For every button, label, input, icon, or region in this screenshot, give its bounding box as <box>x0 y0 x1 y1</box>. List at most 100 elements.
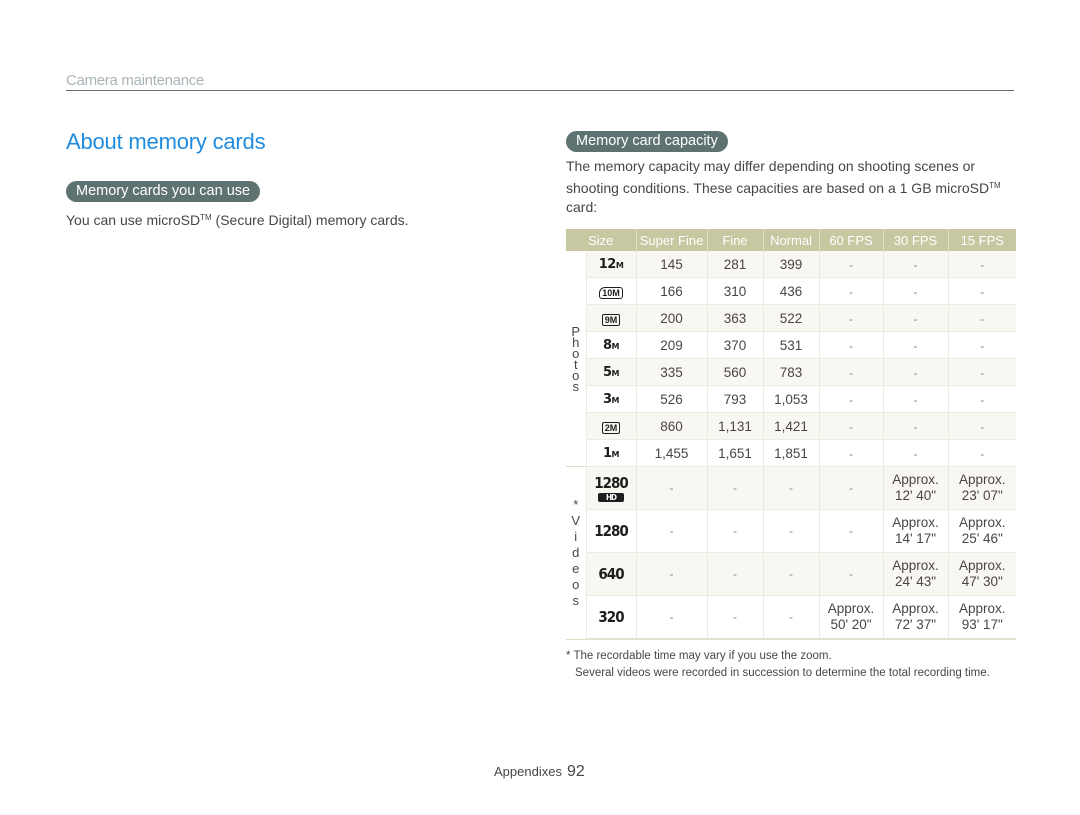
value-cell: - <box>883 439 949 467</box>
page-footer: Appendixes 92 <box>494 763 585 781</box>
video-size-640-icon: 640 <box>598 564 624 583</box>
value-cell: - <box>707 466 764 510</box>
header-15fps: 15 FPS <box>948 229 1017 251</box>
value-cell: - <box>883 358 949 386</box>
value-cell: - <box>636 466 708 510</box>
value-cell: 526 <box>636 385 708 413</box>
value-cell: - <box>948 385 1017 413</box>
value-cell: 531 <box>763 331 820 359</box>
table-row: 3M 526 793 1,053- - - <box>566 385 1017 413</box>
value-cell: - <box>819 358 884 386</box>
value-cell: - <box>948 439 1017 467</box>
videos-label: * V i d e o s <box>571 496 581 608</box>
size-cell: 320 <box>586 595 637 640</box>
value-cell: 793 <box>707 385 764 413</box>
trademark: TM <box>989 181 1001 190</box>
value-cell: - <box>819 412 884 440</box>
text: (Secure Digital) memory cards. <box>211 212 409 228</box>
table-row: P h o t o s 12M 145 281 399- - - <box>566 251 1017 467</box>
hd-badge-icon: HD <box>598 492 624 502</box>
value-cell: - <box>883 277 949 305</box>
table-row: * V i d e o s 1280 HD - - - - Approx. 12' 40" App… <box>566 466 1017 640</box>
value-cell: 200 <box>636 304 708 332</box>
photo-size-10m-icon: 10M <box>599 286 623 299</box>
value-cell: - <box>763 595 820 640</box>
value-cell: - <box>948 331 1017 359</box>
value-cell: 363 <box>707 304 764 332</box>
table-row: 10M 166 310 436- - - <box>566 277 1017 305</box>
footnote-line-2: Several videos were recorded in successi… <box>575 667 990 679</box>
value-cell: 783 <box>763 358 820 386</box>
value-cell: 860 <box>636 412 708 440</box>
page-title: About memory cards <box>66 129 266 154</box>
size-cell: 8M <box>586 331 637 359</box>
value-cell: 1,851 <box>763 439 820 467</box>
value-cell: - <box>636 595 708 640</box>
section-pill-card-capacity: Memory card capacity <box>566 131 728 152</box>
capacity-table: Size Super Fine Fine Normal 60 FPS 30 FP… <box>566 229 1017 640</box>
value-cell: Approx. 12' 40" <box>883 466 949 510</box>
value-cell: Approx. 93' 17" <box>948 595 1017 640</box>
value-cell: 281 <box>707 251 764 278</box>
value-cell: - <box>883 412 949 440</box>
footnote-line-1: * The recordable time may vary if you us… <box>566 650 832 662</box>
value-cell: 335 <box>636 358 708 386</box>
value-cell: 1,053 <box>763 385 820 413</box>
value-cell: - <box>883 304 949 332</box>
value-cell: Approx. 72' 37" <box>883 595 949 640</box>
value-cell: 145 <box>636 251 708 278</box>
value-cell: - <box>707 595 764 640</box>
value-cell: 1,421 <box>763 412 820 440</box>
size-cell: 5M <box>586 358 637 386</box>
value-cell: - <box>819 552 884 596</box>
header-fine: Fine <box>707 229 764 251</box>
value-cell: 1,131 <box>707 412 764 440</box>
table-row: 320- - - Approx. 50' 20" Approx. 72' 37" Approx… <box>566 595 1017 640</box>
value-cell: - <box>763 509 820 553</box>
value-cell: - <box>819 304 884 332</box>
value-cell: Approx. 25' 46" <box>948 509 1017 553</box>
section-header: Camera maintenance <box>66 72 205 89</box>
value-cell: - <box>707 509 764 553</box>
capacity-description: The memory capacity may differ depending… <box>566 157 1016 217</box>
size-cell: 10M <box>586 277 637 305</box>
value-cell: 310 <box>707 277 764 305</box>
value-cell: - <box>948 358 1017 386</box>
video-size-1280-icon: 1280 <box>594 521 629 540</box>
value-cell: 436 <box>763 277 820 305</box>
photo-size-2m-icon: 2M <box>601 421 621 434</box>
value-cell: - <box>763 552 820 596</box>
value-cell: 166 <box>636 277 708 305</box>
value-cell: - <box>948 251 1017 278</box>
value-cell: Approx. 50' 20" <box>819 595 884 640</box>
value-cell: 1,455 <box>636 439 708 467</box>
photo-size-9m-icon: 9M <box>601 313 621 326</box>
table-row: 640- - - - Approx. 24' 43" Approx. 47' 30" <box>566 552 1017 596</box>
size-cell: 640 <box>586 552 637 596</box>
photos-group-label: P h o t o s <box>566 251 587 467</box>
header-60fps: 60 FPS <box>819 229 884 251</box>
value-cell: 370 <box>707 331 764 359</box>
value-cell: - <box>819 251 884 278</box>
header-30fps: 30 FPS <box>883 229 949 251</box>
size-cell: 1280 HD <box>586 466 637 510</box>
value-cell: - <box>819 466 884 510</box>
videos-group-label: * V i d e o s <box>566 466 587 640</box>
video-size-1280-icon: 1280 HD <box>594 473 629 502</box>
value-cell: - <box>819 331 884 359</box>
section-pill-cards-you-can-use: Memory cards you can use <box>66 181 261 202</box>
page-number: 92 <box>566 763 585 780</box>
size-cell: 1280 <box>586 509 637 553</box>
value-cell: Approx. 24' 43" <box>883 552 949 596</box>
value-cell: 560 <box>707 358 764 386</box>
text: The memory capacity may differ depending… <box>566 158 990 196</box>
photo-size-8m-icon: 8M <box>603 337 620 353</box>
size-cell: 1M <box>586 439 637 467</box>
header-super-fine: Super Fine <box>636 229 708 251</box>
photo-size-12m-icon: 12M <box>598 256 624 272</box>
table-row: 5M 335 560 783- - - <box>566 358 1017 386</box>
value-cell: Approx. 14' 17" <box>883 509 949 553</box>
value-cell: - <box>636 509 708 553</box>
value-cell: - <box>883 251 949 278</box>
text: You can use microSD <box>66 212 201 228</box>
